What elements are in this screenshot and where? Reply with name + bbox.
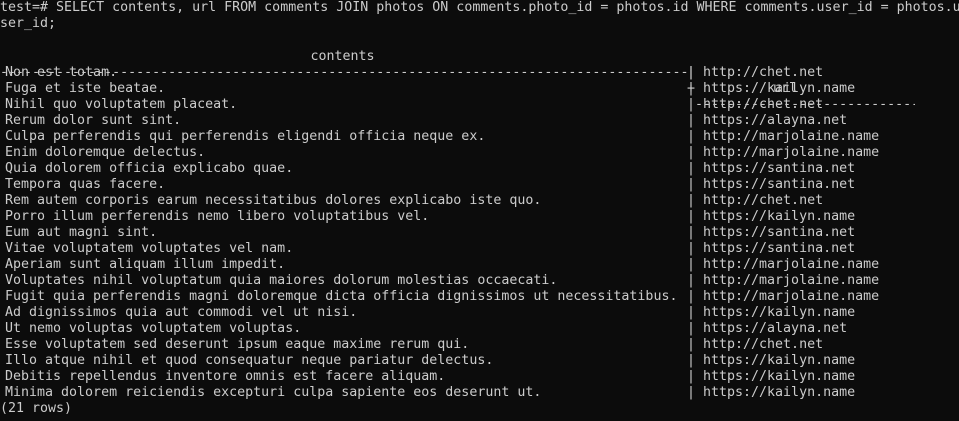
column-separator: |	[687, 145, 696, 160]
column-separator: |	[687, 81, 696, 96]
sql-query-line-2: ser_id;	[0, 16, 57, 31]
cell-url: https://santina.net	[703, 177, 856, 192]
terminal-window[interactable]: test=# SELECT contents, url FROM comment…	[0, 0, 959, 421]
table-row: Rem autem corporis earum necessitatibus …	[0, 193, 959, 209]
column-separator: |	[687, 177, 696, 192]
column-separator: |	[687, 369, 696, 384]
cell-url: http://chet.net	[703, 65, 824, 80]
cell-url: http://marjolaine.name	[703, 129, 880, 144]
column-separator: |	[687, 273, 696, 288]
cell-url: http://marjolaine.name	[703, 257, 880, 272]
column-separator: |	[687, 257, 696, 272]
cell-contents: Ad dignissimos quia aut commodi vel ut n…	[5, 305, 358, 320]
column-separator: |	[687, 225, 696, 240]
column-separator: |	[687, 97, 696, 112]
cell-url: https://kailyn.name	[703, 209, 856, 224]
cell-contents: Esse voluptatem sed deserunt ipsum eaque…	[5, 337, 470, 352]
column-separator: |	[687, 113, 696, 128]
column-separator: |	[687, 305, 696, 320]
column-separator: |	[687, 65, 696, 80]
cell-contents: Eum aut magni sint.	[5, 225, 158, 240]
cell-url: https://alayna.net	[703, 113, 848, 128]
cell-contents: Rem autem corporis earum necessitatibus …	[5, 193, 542, 208]
table-row: Porro illum perferendis nemo libero volu…	[0, 209, 959, 225]
column-separator: |	[687, 353, 696, 368]
table-row: Ad dignissimos quia aut commodi vel ut n…	[0, 305, 959, 321]
cell-contents: Minima dolorem reiciendis excepturi culp…	[5, 385, 542, 400]
cell-contents: Aperiam sunt aliquam illum impedit.	[5, 257, 286, 272]
cell-url: https://kailyn.name	[703, 305, 856, 320]
table-row: Tempora quas facere. | https://santina.net	[0, 177, 959, 193]
cell-url: http://marjolaine.name	[703, 273, 880, 288]
header-divider: ----------------------------------------…	[0, 49, 959, 112]
cell-url: https://kailyn.name	[703, 81, 856, 96]
cell-url: https://kailyn.name	[703, 353, 856, 368]
table-row: Quia dolorem officia explicabo quae. | htt…	[0, 161, 959, 177]
cell-contents: Porro illum perferendis nemo libero volu…	[5, 209, 430, 224]
table-row: Non est totam. | http://chet.net	[0, 65, 959, 81]
cell-contents: Rerum dolor sunt sint.	[5, 113, 182, 128]
table-row: Rerum dolor sunt sint. | https://alayna.ne…	[0, 113, 959, 129]
cell-url: https://santina.net	[703, 225, 856, 240]
table-row: Enim doloremque delectus. | http://marjola…	[0, 145, 959, 161]
column-separator: |	[687, 161, 696, 176]
cell-contents: Voluptates nihil voluptatum quia maiores…	[5, 273, 558, 288]
table-row: Eum aut magni sint. | https://santina.net	[0, 225, 959, 241]
table-row: Nihil quo voluptatem placeat. | http://che…	[0, 97, 959, 113]
cell-contents: Ut nemo voluptas voluptatem voluptas.	[5, 321, 302, 336]
column-separator: |	[687, 385, 696, 400]
cell-url: https://kailyn.name	[703, 385, 856, 400]
table-row: Minima dolorem reiciendis excepturi culp…	[0, 385, 959, 401]
table-row: Esse voluptatem sed deserunt ipsum eaque…	[0, 337, 959, 353]
table-row: Fugit quia perferendis magni doloremque …	[0, 289, 959, 305]
column-separator: |	[687, 209, 696, 224]
cell-contents: Fuga et iste beatae.	[5, 81, 166, 96]
cell-contents: Culpa perferendis qui perferendis eligen…	[5, 129, 486, 144]
cell-url: http://marjolaine.name	[703, 145, 880, 160]
column-separator: |	[687, 289, 696, 304]
cell-contents: Quia dolorem officia explicabo quae.	[5, 161, 294, 176]
cell-url: http://marjolaine.name	[703, 289, 880, 304]
table-row: Ut nemo voluptas voluptatem voluptas. | ht…	[0, 321, 959, 337]
table-row: Vitae voluptatem voluptates vel nam. | htt…	[0, 241, 959, 257]
cell-url: http://chet.net	[703, 97, 824, 112]
cell-contents: Fugit quia perferendis magni doloremque …	[5, 289, 678, 304]
table-row: Culpa perferendis qui perferendis eligen…	[0, 129, 959, 145]
cell-contents: Illo atque nihil et quod consequatur neq…	[5, 353, 494, 368]
column-separator: |	[687, 129, 696, 144]
cell-contents: Vitae voluptatem voluptates vel nam.	[5, 241, 294, 256]
cell-contents: Debitis repellendus inventore omnis est …	[5, 369, 446, 384]
cell-url: http://chet.net	[703, 337, 824, 352]
table-row: Aperiam sunt aliquam illum impedit. | http…	[0, 257, 959, 273]
cell-url: https://alayna.net	[703, 321, 848, 336]
cell-contents: Non est totam.	[5, 65, 118, 80]
column-separator: |	[687, 321, 696, 336]
cell-contents: Enim doloremque delectus.	[5, 145, 206, 160]
column-separator: |	[687, 337, 696, 352]
result-header-row: contents | url	[0, 33, 959, 96]
column-separator: |	[687, 241, 696, 256]
table-row: Fuga et iste beatae. | https://kailyn.name	[0, 81, 959, 97]
sql-query-line-1: test=# SELECT contents, url FROM comment…	[0, 0, 959, 15]
cell-url: http://chet.net	[703, 193, 824, 208]
table-row: Illo atque nihil et quod consequatur neq…	[0, 353, 959, 369]
cell-url: https://kailyn.name	[703, 369, 856, 384]
cell-url: https://santina.net	[703, 161, 856, 176]
cell-contents: Nihil quo voluptatem placeat.	[5, 97, 238, 112]
cell-contents: Tempora quas facere.	[5, 177, 166, 192]
row-count: (21 rows)	[0, 401, 73, 416]
table-row: Debitis repellendus inventore omnis est …	[0, 369, 959, 385]
table-row: Voluptates nihil voluptatum quia maiores…	[0, 273, 959, 289]
column-separator: |	[687, 193, 696, 208]
cell-url: https://santina.net	[703, 241, 856, 256]
